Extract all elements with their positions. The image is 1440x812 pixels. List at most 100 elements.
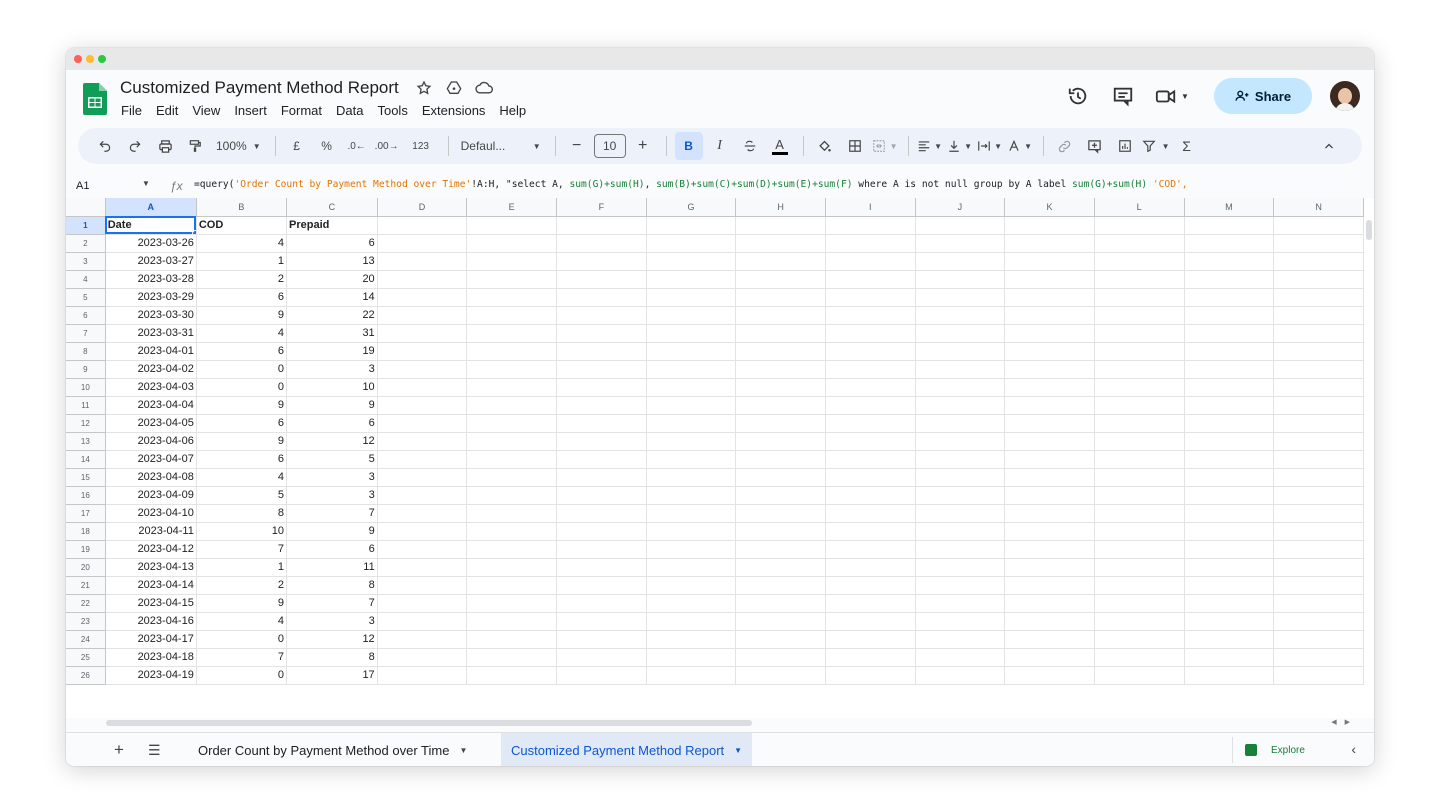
row-header[interactable]: 12 [66,414,106,433]
menu-extensions[interactable]: Extensions [422,103,493,118]
borders-icon[interactable] [842,132,868,160]
grid-cell[interactable] [1094,378,1185,397]
grid-cell[interactable] [377,252,468,271]
grid-cell[interactable] [646,270,737,289]
grid-cell[interactable] [825,504,916,523]
grid-cell[interactable] [825,594,916,613]
grid-cell[interactable] [1094,252,1185,271]
grid-cell[interactable] [915,324,1006,343]
grid-cell[interactable] [915,378,1006,397]
grid-cell[interactable] [556,450,647,469]
grid-cell[interactable] [1184,324,1275,343]
horizontal-scroll-thumb[interactable] [106,720,752,726]
grid-cell[interactable] [1184,342,1275,361]
sheets-logo-icon[interactable] [83,83,107,115]
grid-cell[interactable] [825,522,916,541]
grid-cell[interactable] [825,270,916,289]
filter-icon[interactable]: ▼ [1142,132,1170,160]
grid-cell[interactable] [735,558,827,577]
grid-cell[interactable] [735,450,827,469]
grid-cell[interactable]: COD [196,216,288,235]
close-window-button[interactable] [74,55,82,63]
grid-cell[interactable]: 4 [196,324,288,343]
grid-cell[interactable] [1273,288,1364,307]
row-header[interactable]: 15 [66,468,106,487]
grid-cell[interactable]: Date [105,216,197,235]
grid-cell[interactable]: 11 [286,558,378,577]
grid-cell[interactable] [915,504,1006,523]
grid-cell[interactable]: 2023-04-12 [105,540,197,559]
grid-cell[interactable] [377,594,468,613]
grid-cell[interactable] [1184,252,1275,271]
grid-cell[interactable] [735,234,827,253]
grid-cell[interactable] [735,486,827,505]
grid-cell[interactable] [466,342,558,361]
grid-cell[interactable]: 2 [196,576,288,595]
grid-cell[interactable] [556,234,647,253]
column-header[interactable]: G [646,198,737,217]
name-box[interactable]: A1 [66,180,148,192]
grid-cell[interactable] [1004,504,1095,523]
grid-cell[interactable] [556,540,647,559]
grid-cell[interactable] [1184,630,1275,649]
grid-cell[interactable] [915,288,1006,307]
grid-cell[interactable] [556,360,647,379]
grid-cell[interactable] [1004,522,1095,541]
grid-cell[interactable] [1273,432,1364,451]
grid-cell[interactable]: 2023-04-02 [105,360,197,379]
grid-cell[interactable] [556,468,647,487]
grid-cell[interactable] [646,666,737,685]
decrease-font-size-button[interactable]: − [564,132,590,160]
version-history-icon[interactable] [1060,78,1096,114]
grid-cell[interactable]: 2023-04-05 [105,414,197,433]
minimize-window-button[interactable] [86,55,94,63]
grid-cell[interactable] [1094,432,1185,451]
grid-cell[interactable] [646,468,737,487]
grid-cell[interactable] [556,576,647,595]
grid-cell[interactable] [556,594,647,613]
chevron-down-icon[interactable]: ▼ [459,746,467,755]
grid-cell[interactable] [466,234,558,253]
grid-cell[interactable] [646,522,737,541]
grid-cell[interactable] [466,450,558,469]
grid-cell[interactable] [1273,612,1364,631]
grid-cell[interactable] [1273,396,1364,415]
grid-cell[interactable] [646,396,737,415]
row-header[interactable]: 21 [66,576,106,595]
grid-cell[interactable]: 2023-04-15 [105,594,197,613]
grid-cell[interactable] [646,558,737,577]
grid-cell[interactable] [466,378,558,397]
grid-cell[interactable] [825,666,916,685]
decrease-decimal-button[interactable]: .0← [344,132,370,160]
sheet-tab-customized-report[interactable]: Customized Payment Method Report ▼ [501,733,753,766]
grid-cell[interactable] [1094,306,1185,325]
grid-cell[interactable] [466,432,558,451]
row-header[interactable]: 26 [66,666,106,685]
grid-cell[interactable] [646,378,737,397]
grid-cell[interactable] [1094,468,1185,487]
grid-cell[interactable] [1004,414,1095,433]
grid-cell[interactable] [1184,576,1275,595]
grid-cell[interactable] [1094,324,1185,343]
column-header[interactable]: H [735,198,827,217]
chevron-left-icon[interactable]: ‹ [1351,741,1356,757]
menu-edit[interactable]: Edit [156,103,185,118]
grid-cell[interactable] [735,306,827,325]
grid-cell[interactable] [466,288,558,307]
grid-cell[interactable] [377,648,468,667]
grid-cell[interactable] [1004,270,1095,289]
grid-cell[interactable]: 2023-03-26 [105,234,197,253]
grid-cell[interactable]: 6 [196,288,288,307]
grid-cell[interactable] [1094,270,1185,289]
grid-cell[interactable] [556,270,647,289]
grid-cell[interactable] [556,486,647,505]
grid-cell[interactable] [1273,648,1364,667]
grid-cell[interactable] [646,324,737,343]
grid-cell[interactable] [377,522,468,541]
grid-cell[interactable] [466,612,558,631]
grid-cell[interactable] [377,666,468,685]
grid-cell[interactable] [556,306,647,325]
grid-cell[interactable] [1273,666,1364,685]
grid-cell[interactable]: 2023-04-16 [105,612,197,631]
grid-cell[interactable] [825,378,916,397]
